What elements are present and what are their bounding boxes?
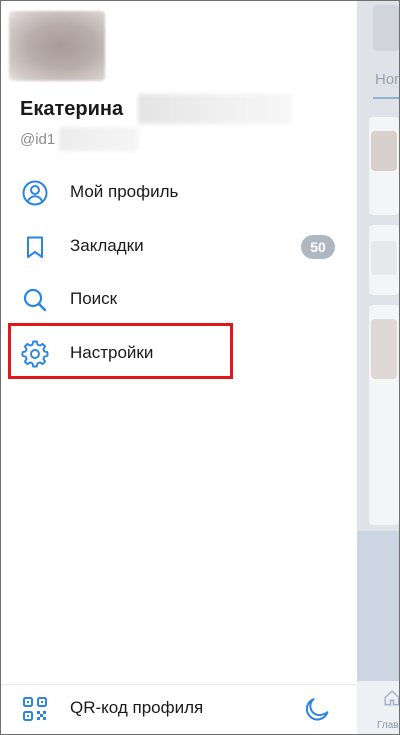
bg-tab-label: Hon bbox=[375, 71, 399, 88]
bg-tab-underline bbox=[373, 97, 399, 99]
home-icon bbox=[384, 690, 399, 706]
avatar[interactable] bbox=[9, 11, 105, 81]
blurred-handle bbox=[59, 127, 139, 151]
user-circle-icon bbox=[22, 180, 48, 206]
menu-item-my-profile[interactable]: Мой профиль bbox=[1, 167, 357, 217]
user-handle: @id1 bbox=[20, 131, 56, 148]
navigation-drawer: Екатерина @id1 Мой профиль Закладки 50 П… bbox=[1, 1, 357, 734]
moon-icon[interactable] bbox=[305, 695, 331, 721]
highlight-annotation bbox=[8, 323, 233, 379]
background-app: Hon Глав bbox=[357, 1, 399, 734]
bookmarks-count-badge: 50 bbox=[301, 235, 335, 259]
bg-image bbox=[371, 131, 397, 171]
menu-item-label: Поиск bbox=[70, 289, 118, 308]
bookmark-icon bbox=[27, 236, 43, 258]
menu-item-search[interactable]: Поиск bbox=[1, 274, 357, 324]
search-icon bbox=[23, 288, 47, 312]
blurred-surname bbox=[138, 94, 292, 124]
bg-block bbox=[373, 5, 399, 51]
menu-item-label: Закладки bbox=[70, 236, 144, 255]
bg-tabbar-label: Глав bbox=[377, 720, 399, 731]
screen: Hon Глав Екатерина @id1 Мой профиль bbox=[0, 0, 400, 735]
bg-block bbox=[357, 531, 399, 681]
qr-code-label: QR-код профиля bbox=[70, 698, 204, 717]
menu-item-label: Мой профиль bbox=[70, 182, 179, 201]
bg-block bbox=[371, 241, 397, 275]
menu-item-bookmarks[interactable]: Закладки 50 bbox=[1, 221, 357, 271]
qr-code-icon bbox=[23, 697, 47, 721]
bg-image bbox=[371, 319, 397, 379]
qr-code-profile-button[interactable]: QR-код профиля bbox=[1, 683, 357, 733]
user-name[interactable]: Екатерина bbox=[20, 98, 123, 121]
